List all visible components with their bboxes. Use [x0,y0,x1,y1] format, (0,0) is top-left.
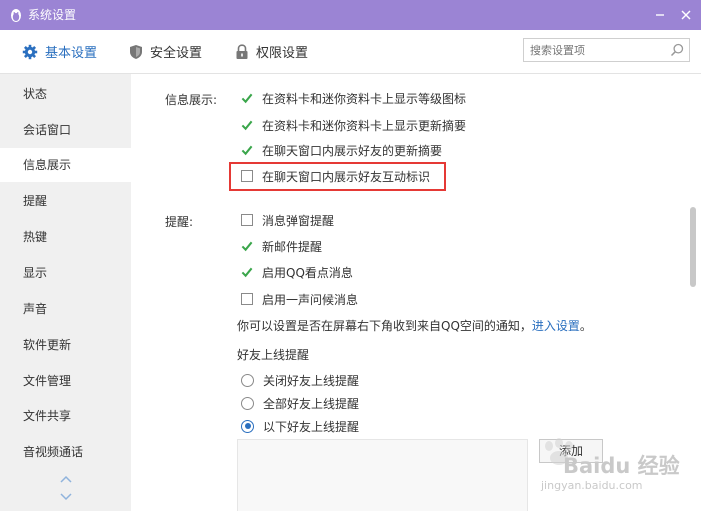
highlight-box [229,162,446,191]
sidebar-item-label: 声音 [23,302,48,316]
option-chat-friend-update-summary[interactable]: 在聊天窗口内展示好友的更新摘要 [241,141,442,159]
sidebar-item-label: 会话窗口 [23,123,72,137]
tab-label: 安全设置 [150,46,203,61]
sidebar-item-label: 热键 [23,230,48,244]
sidebar-item-label: 文件共享 [23,409,72,423]
sidebar-item-file-management[interactable]: 文件管理 [0,364,131,398]
sidebar-item-status[interactable]: 状态 [0,77,131,111]
search-input[interactable] [530,42,660,58]
checkbox-unchecked-icon[interactable] [241,214,253,226]
sidebar-item-sound[interactable]: 声音 [0,292,131,326]
option-disable-online-reminder[interactable]: 关闭好友上线提醒 [241,371,359,389]
watermark-subtext: jingyan.baidu.com [541,479,643,492]
tab-basic-settings[interactable]: 基本设置 [22,30,97,73]
tab-label: 基本设置 [45,46,98,61]
option-all-friends-online[interactable]: 全部好友上线提醒 [241,394,359,412]
info-display-label: 信息展示: [165,93,218,107]
close-button[interactable] [676,5,696,25]
minimize-button[interactable] [650,5,670,25]
sidebar-item-av-call[interactable]: 音视频通话 [0,435,131,469]
shield-icon [130,44,142,59]
watermark-text: Baidu 经验 [563,454,680,478]
sidebar-item-label: 提醒 [23,194,48,208]
friend-list-box[interactable] [237,439,528,511]
option-label: 新邮件提醒 [262,239,323,254]
friend-online-title: 好友上线提醒 [237,348,310,362]
tab-label: 权限设置 [256,46,309,61]
option-label: 启用QQ看点消息 [262,265,353,280]
sidebar-item-label: 文件管理 [23,374,72,388]
sidebar-item-file-sharing[interactable]: 文件共享 [0,399,131,433]
sidebar-item-label: 显示 [23,266,48,280]
option-message-popup[interactable]: 消息弹窗提醒 [241,211,334,229]
option-label: 在聊天窗口内展示好友的更新摘要 [262,143,443,158]
sidebar-item-hotkeys[interactable]: 热键 [0,220,131,254]
search-box[interactable] [523,38,690,62]
sidebar-item-info-display[interactable]: 信息展示 [0,148,131,182]
option-greeting-message[interactable]: 启用一声问候消息 [241,290,358,308]
gear-icon [22,44,38,59]
lock-icon [236,43,248,59]
settings-sidebar: 状态 会话窗口 信息展示 提醒 热键 显示 声音 软件更新 文件管理 文件共享 … [0,74,131,511]
option-label: 关闭好友上线提醒 [263,373,360,388]
radio-selected-icon[interactable] [241,419,254,433]
sidebar-item-reminders[interactable]: 提醒 [0,184,131,218]
radio-unselected-icon[interactable] [241,373,254,387]
close-icon [681,10,691,20]
tab-permission-settings[interactable]: 权限设置 [235,30,308,73]
option-label: 在资料卡和迷你资料卡上显示等级图标 [262,91,467,106]
option-new-mail[interactable]: 新邮件提醒 [241,237,322,255]
option-selected-friends-online[interactable]: 以下好友上线提醒 [241,417,359,435]
tab-security-settings[interactable]: 安全设置 [129,30,202,73]
option-show-update-summary[interactable]: 在资料卡和迷你资料卡上显示更新摘要 [241,116,466,134]
notice-text: 你可以设置是否在屏幕右下角收到来自QQ空间的通知， [237,319,532,333]
sidebar-item-label: 软件更新 [23,338,72,352]
qzone-notice: 你可以设置是否在屏幕右下角收到来自QQ空间的通知，进入设置。 [237,317,592,334]
option-label: 在资料卡和迷你资料卡上显示更新摘要 [262,118,467,133]
chevron-down-icon[interactable] [59,492,73,501]
sidebar-item-label: 音视频通话 [23,445,84,459]
minimize-icon [656,14,664,16]
sidebar-item-display[interactable]: 显示 [0,256,131,290]
enter-settings-link[interactable]: 进入设置 [532,319,580,333]
sidebar-item-label: 状态 [23,87,48,101]
option-label: 以下好友上线提醒 [263,419,360,434]
radio-unselected-icon[interactable] [241,396,254,410]
checkbox-checked-icon[interactable] [241,240,253,252]
settings-toolbar: 基本设置 安全设置 权限设置 [0,30,701,74]
checkbox-unchecked-icon[interactable] [241,293,253,305]
chevron-up-icon[interactable] [59,475,73,484]
title-bar: 系统设置 [0,0,701,30]
checkbox-checked-icon[interactable] [241,144,253,156]
checkbox-checked-icon[interactable] [241,119,253,131]
window-title: 系统设置 [28,8,77,22]
qq-penguin-icon [11,9,21,22]
checkbox-checked-icon[interactable] [241,92,253,104]
scrollbar-thumb[interactable] [690,207,696,287]
option-label: 启用一声问候消息 [262,292,359,307]
option-qq-kandian[interactable]: 启用QQ看点消息 [241,263,353,281]
sidebar-item-label: 信息展示 [23,158,72,172]
checkbox-checked-icon[interactable] [241,266,253,278]
option-show-level-icon[interactable]: 在资料卡和迷你资料卡上显示等级图标 [241,89,466,107]
search-icon[interactable] [670,43,684,57]
notice-end: 。 [579,319,592,333]
reminders-label: 提醒: [165,215,194,229]
option-label: 全部好友上线提醒 [263,396,360,411]
sidebar-item-software-update[interactable]: 软件更新 [0,328,131,362]
option-label: 消息弹窗提醒 [262,213,335,228]
sidebar-item-chat-window[interactable]: 会话窗口 [0,113,131,147]
